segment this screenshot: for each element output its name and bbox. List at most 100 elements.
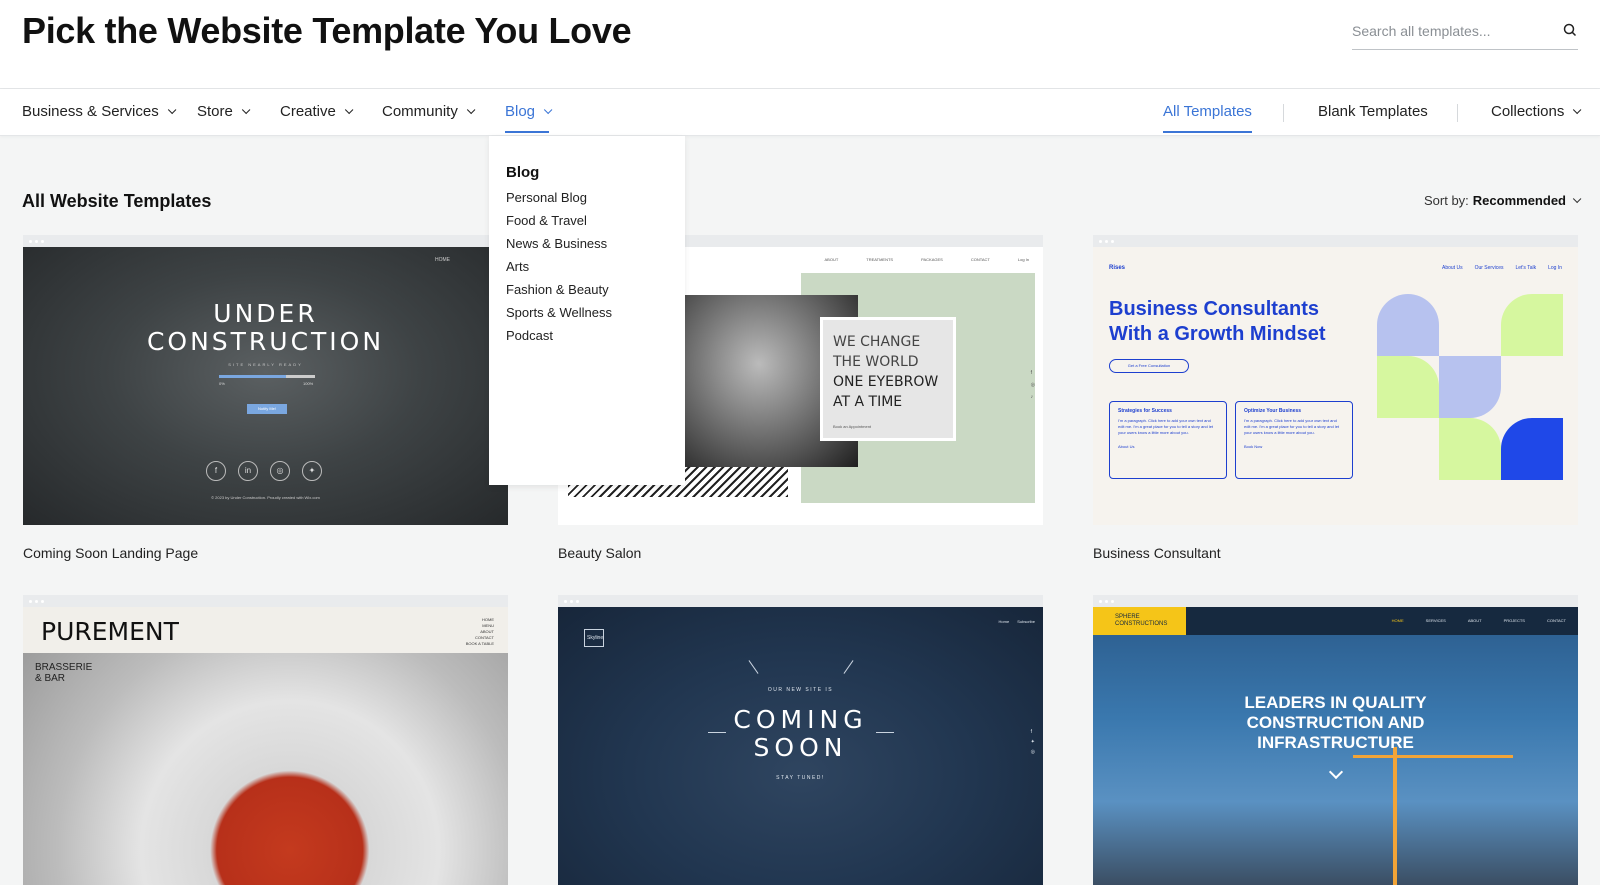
template-card[interactable]: SPHERE CONSTRUCTIONS HOME SERVICES ABOUT…: [1093, 595, 1578, 885]
nav-collections[interactable]: Collections: [1491, 103, 1582, 120]
preview-nav-item: PROJECTS: [1503, 618, 1525, 623]
dropdown-item-arts[interactable]: Arts: [506, 258, 685, 281]
preview-nav-item: Home: [998, 619, 1010, 624]
browser-bar: [23, 235, 508, 247]
preview-heading: COMING: [733, 705, 868, 734]
template-preview: PUREMENT HOME MENU ABOUT CONTACT BOOK A …: [23, 607, 508, 885]
nav-label: All Templates: [1163, 103, 1252, 120]
chevron-down-icon: [1328, 764, 1344, 780]
preview-shape: [1377, 294, 1439, 356]
dropdown-item-news-business[interactable]: News & Business: [506, 235, 685, 258]
preview-heading: CONSTRUCTION: [146, 327, 385, 356]
search-icon[interactable]: [1562, 22, 1578, 38]
preview-logo-line: SPHERE: [1115, 614, 1140, 620]
page-title: Pick the Website Template You Love: [22, 10, 632, 51]
section-title: All Website Templates: [22, 191, 212, 211]
preview-progress-end: 100%: [303, 381, 314, 386]
dropdown-item-fashion-beauty[interactable]: Fashion & Beauty: [506, 281, 685, 304]
search-input[interactable]: [1352, 16, 1542, 46]
facebook-icon: f: [206, 461, 226, 481]
nav-store[interactable]: Store: [197, 103, 251, 120]
preview-nav-item: Log In: [1017, 257, 1029, 262]
preview-nav-item: HOME: [1391, 618, 1404, 623]
preview-shape: [1439, 356, 1501, 418]
preview-ray: [843, 660, 854, 674]
nav-all-templates[interactable]: All Templates: [1163, 103, 1252, 133]
preview-heading: AT A TIME: [833, 394, 903, 410]
nav-label: Blog: [505, 103, 536, 120]
preview-heading: THE WORLD: [833, 354, 919, 370]
template-thumbnail[interactable]: Rises About Us Our Services Let's Talk L…: [1093, 235, 1578, 525]
template-thumbnail[interactable]: SPHERE CONSTRUCTIONS HOME SERVICES ABOUT…: [1093, 595, 1578, 885]
preview-pretext: OUR NEW SITE IS: [767, 687, 834, 693]
preview-nav-item: Our Services: [1474, 265, 1504, 271]
preview-card: Strategies for Success I'm a paragraph. …: [1109, 401, 1227, 479]
nav-label: Blank Templates: [1318, 103, 1428, 120]
preview-nav-item: About Us: [1442, 265, 1463, 271]
sort-value: Recommended: [1472, 193, 1566, 208]
preview-nav-item: Let's Talk: [1515, 265, 1537, 271]
preview-link: Book an Appointment: [833, 424, 872, 429]
preview-card-title: Strategies for Success: [1118, 408, 1172, 414]
preview-subtitle-line: BRASSERIE: [35, 662, 93, 673]
template-preview: SPHERE CONSTRUCTIONS HOME SERVICES ABOUT…: [1093, 607, 1578, 885]
dropdown-item-sports-wellness[interactable]: Sports & Wellness: [506, 304, 685, 327]
template-card[interactable]: HOME UNDER CONSTRUCTION SITE NEARLY READ…: [23, 235, 508, 561]
nav-label: Store: [197, 103, 233, 120]
template-card[interactable]: PUREMENT HOME MENU ABOUT CONTACT BOOK A …: [23, 595, 508, 885]
sort-dropdown[interactable]: Sort by: Recommended: [1424, 193, 1582, 208]
preview-shape: [1439, 418, 1501, 480]
dropdown-heading[interactable]: Blog: [506, 164, 685, 181]
dropdown-item-podcast[interactable]: Podcast: [506, 327, 685, 350]
browser-bar: [558, 595, 1043, 607]
chevron-down-icon: [1573, 105, 1582, 114]
chevron-down-icon: [466, 105, 476, 114]
nav-blank-templates[interactable]: Blank Templates: [1318, 103, 1428, 120]
preview-social-icons: f ✦ ◎: [1030, 729, 1035, 755]
template-thumbnail[interactable]: HOME UNDER CONSTRUCTION SITE NEARLY READ…: [23, 235, 508, 525]
template-name[interactable]: Coming Soon Landing Page: [23, 545, 508, 561]
preview-heading: Business Consultants With a Growth Minds…: [1109, 297, 1325, 347]
preview-heading: SOON: [753, 733, 848, 762]
preview-logo: SPHERE CONSTRUCTIONS: [1093, 607, 1186, 635]
dropdown-item-personal-blog[interactable]: Personal Blog: [506, 189, 685, 212]
sort-label: Sort by:: [1424, 193, 1469, 208]
preview-logo: Skyline: [584, 629, 604, 647]
preview-shape: [1377, 356, 1439, 418]
preview-card-link: Book Now: [1244, 444, 1263, 449]
chevron-down-icon: [167, 105, 177, 114]
nav-community[interactable]: Community: [382, 103, 476, 120]
chevron-down-icon: [1572, 194, 1582, 203]
template-thumbnail[interactable]: PUREMENT HOME MENU ABOUT CONTACT BOOK A …: [23, 595, 508, 885]
preview-card-text: I'm a paragraph. Click here to add your …: [1244, 418, 1340, 435]
preview-logo: Rises: [1109, 265, 1126, 271]
nav-creative[interactable]: Creative: [280, 103, 354, 120]
top-bar: Pick the Website Template You Love: [0, 0, 1600, 89]
preview-nav: HOME MENU ABOUT CONTACT BOOK A TABLE: [466, 617, 494, 647]
browser-bar: [1093, 595, 1578, 607]
preview-subtitle: SITE NEARLY READY: [228, 362, 303, 367]
nav-blog[interactable]: Blog: [505, 103, 553, 133]
preview-progress-bar: [219, 375, 315, 378]
preview-button: Notify Me!: [247, 404, 287, 414]
browser-bar: [1093, 235, 1578, 247]
preview-nav: HOME: [435, 257, 450, 263]
nav-label: Business & Services: [22, 103, 159, 120]
dropdown-item-food-travel[interactable]: Food & Travel: [506, 212, 685, 235]
template-card[interactable]: Rises About Us Our Services Let's Talk L…: [1093, 235, 1578, 561]
template-preview: HOME UNDER CONSTRUCTION SITE NEARLY READ…: [23, 247, 508, 525]
nav-business-services[interactable]: Business & Services: [22, 103, 177, 120]
blog-dropdown-menu: Blog Personal Blog Food & Travel News & …: [489, 136, 685, 485]
preview-shape: [1501, 294, 1563, 356]
nav-divider: [1283, 104, 1284, 122]
preview-progress-start: 0%: [219, 381, 225, 386]
preview-social-icons: f ◎ ♪: [1030, 370, 1035, 400]
preview-card: Optimize Your Business I'm a paragraph. …: [1235, 401, 1353, 479]
preview-heading-line: CONSTRUCTION AND: [1246, 713, 1425, 732]
template-name[interactable]: Beauty Salon: [558, 545, 1043, 561]
template-name[interactable]: Business Consultant: [1093, 545, 1578, 561]
template-card[interactable]: Skyline Home Subscribe OUR NEW SITE IS C…: [558, 595, 1043, 885]
preview-posttext: STAY TUNED!: [776, 775, 825, 781]
preview-heading-line: INFRASTRUCTURE: [1257, 733, 1414, 752]
template-thumbnail[interactable]: Skyline Home Subscribe OUR NEW SITE IS C…: [558, 595, 1043, 885]
